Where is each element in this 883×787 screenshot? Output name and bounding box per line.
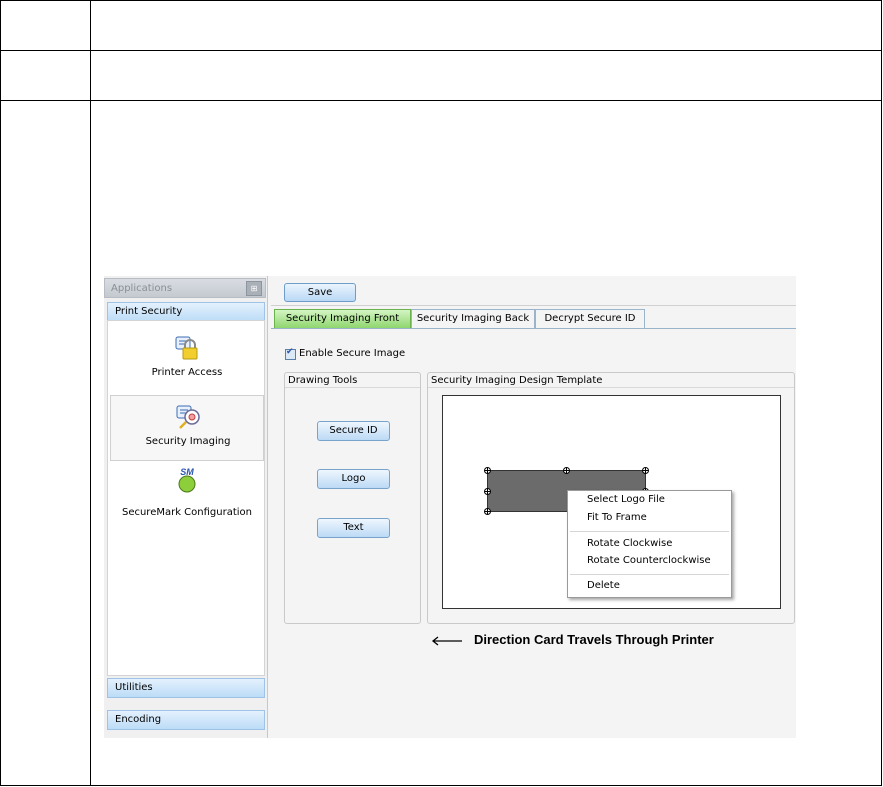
resize-handle[interactable] bbox=[484, 508, 491, 515]
table-row-divider bbox=[0, 50, 882, 51]
secure-id-button[interactable]: Secure ID bbox=[317, 421, 390, 441]
design-template-panel: Security Imaging Design Template Select … bbox=[427, 372, 795, 624]
main-area: Save Security Imaging Front Security Ima… bbox=[271, 276, 796, 738]
resize-handle[interactable] bbox=[642, 467, 649, 474]
sidebar-item-label: Printer Access bbox=[151, 367, 223, 378]
table-border-left bbox=[0, 0, 1, 786]
text-button[interactable]: Text bbox=[317, 518, 390, 538]
menu-separator bbox=[570, 574, 729, 575]
design-template-title: Security Imaging Design Template bbox=[428, 373, 794, 388]
sidebar-group-label: Utilities bbox=[115, 682, 153, 693]
sidebar-group-encoding[interactable]: Encoding bbox=[107, 710, 265, 730]
sidebar-group-label: Encoding bbox=[115, 714, 162, 725]
sidebar-item-security-imaging[interactable]: Security Imaging bbox=[110, 395, 264, 461]
sidebar-group-utilities[interactable]: Utilities bbox=[107, 678, 265, 698]
design-canvas[interactable]: Select Logo File Fit To Frame Rotate Clo… bbox=[442, 395, 781, 609]
sidebar-group-label: Print Security bbox=[115, 306, 183, 317]
menu-item-select-logo-file[interactable]: Select Logo File bbox=[587, 494, 665, 505]
context-menu: Select Logo File Fit To Frame Rotate Clo… bbox=[567, 490, 732, 598]
securemark-badge: SM bbox=[180, 467, 194, 477]
resize-handle[interactable] bbox=[484, 467, 491, 474]
table-border-bottom bbox=[0, 785, 882, 786]
table-border-right bbox=[881, 0, 882, 786]
toolbar-divider bbox=[271, 305, 796, 306]
tab-security-imaging-back[interactable]: Security Imaging Back bbox=[411, 309, 535, 328]
tab-decrypt-secure-id[interactable]: Decrypt Secure ID bbox=[535, 309, 645, 328]
sidebar-panel: Printer Access Security Imaging SM Secur… bbox=[107, 320, 265, 676]
table-column-divider bbox=[90, 0, 91, 786]
security-imaging-icon bbox=[176, 405, 200, 429]
menu-item-rotate-clockwise[interactable]: Rotate Clockwise bbox=[587, 538, 672, 549]
enable-secure-image-label: Enable Secure Image bbox=[299, 348, 406, 359]
resize-handle[interactable] bbox=[563, 467, 570, 474]
application-window: Applications ⊞ Print Security Printer Ac… bbox=[104, 276, 796, 738]
sidebar-item-securemark[interactable]: SM SecureMark Configuration bbox=[110, 463, 264, 529]
sidebar-item-label: SecureMark Configuration bbox=[121, 507, 253, 518]
enable-secure-image-checkbox[interactable] bbox=[285, 347, 296, 360]
menu-separator bbox=[570, 531, 729, 532]
sidebar-header-label: Applications bbox=[111, 283, 173, 294]
tab-strip-border bbox=[271, 328, 796, 329]
sidebar: Applications ⊞ Print Security Printer Ac… bbox=[104, 276, 268, 738]
table-row-divider bbox=[0, 100, 882, 101]
tab-security-imaging-front[interactable]: Security Imaging Front bbox=[274, 309, 411, 328]
sidebar-item-label: Security Imaging bbox=[145, 436, 231, 447]
menu-item-delete[interactable]: Delete bbox=[587, 580, 620, 591]
direction-caption: Direction Card Travels Through Printer bbox=[474, 632, 714, 647]
drawing-tools-title: Drawing Tools bbox=[285, 373, 420, 388]
sidebar-item-printer-access[interactable]: Printer Access bbox=[110, 327, 264, 393]
securemark-icon: SM bbox=[178, 467, 196, 493]
menu-item-fit-to-frame[interactable]: Fit To Frame bbox=[587, 512, 647, 523]
logo-button[interactable]: Logo bbox=[317, 469, 390, 489]
menu-item-rotate-counterclockwise[interactable]: Rotate Counterclockwise bbox=[587, 555, 711, 566]
table-border-top bbox=[0, 0, 882, 1]
arrow-left-icon bbox=[431, 636, 462, 646]
lock-icon bbox=[175, 336, 198, 360]
resize-handle[interactable] bbox=[484, 488, 491, 495]
pin-icon[interactable]: ⊞ bbox=[246, 281, 262, 296]
sidebar-group-print-security[interactable]: Print Security bbox=[107, 302, 265, 322]
sidebar-header: Applications ⊞ bbox=[104, 278, 266, 298]
save-button[interactable]: Save bbox=[284, 283, 356, 302]
drawing-tools-panel: Drawing Tools Secure ID Logo Text bbox=[284, 372, 421, 624]
